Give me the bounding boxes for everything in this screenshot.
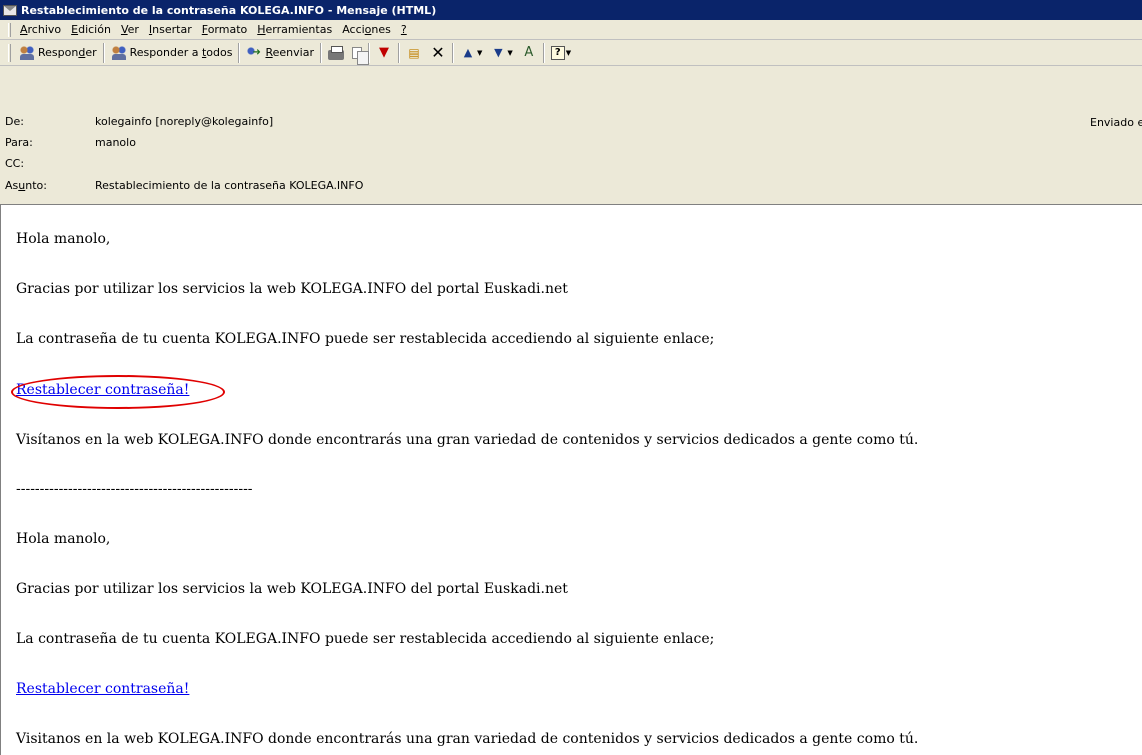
from-value[interactable]: kolegainfo [noreply@kolegainfo] bbox=[95, 115, 273, 128]
reset-info-text: La contraseña de tu cuenta KOLEGA.INFO p… bbox=[16, 331, 715, 347]
reset-password-link-2[interactable]: Restablecer contraseña! bbox=[16, 681, 189, 697]
copy-icon bbox=[351, 46, 369, 65]
message-body[interactable]: Hola manolo, Gracias por utilizar los se… bbox=[0, 204, 1142, 755]
toolbar-separator bbox=[397, 42, 400, 63]
to-label: Para: bbox=[5, 135, 33, 149]
copy-button[interactable] bbox=[348, 42, 369, 65]
cc-label: CC: bbox=[5, 156, 25, 170]
dropdown-arrow-icon: ▼ bbox=[476, 48, 483, 57]
sent-label: Enviado el: bbox=[1090, 116, 1142, 129]
help-icon: ? bbox=[550, 45, 565, 60]
printer-icon bbox=[327, 45, 344, 60]
toolbar-separator bbox=[102, 42, 105, 63]
dropdown-arrow-icon: ▼ bbox=[507, 48, 513, 57]
reply-all-icon bbox=[110, 44, 127, 61]
menu-archivo[interactable]: Archivo bbox=[15, 23, 66, 36]
menu-ver[interactable]: Ver bbox=[116, 23, 144, 36]
up-arrow-icon: ▲ bbox=[463, 45, 473, 59]
flag-icon: ▼ bbox=[378, 44, 389, 60]
dropdown-arrow-icon: ▼ bbox=[565, 48, 572, 57]
subject-value[interactable]: Restablecimiento de la contraseña KOLEGA… bbox=[95, 179, 363, 192]
forward-button[interactable]: Reenviar bbox=[242, 42, 318, 64]
address-book-icon: A bbox=[524, 44, 534, 60]
greeting-2: Hola manolo, bbox=[16, 531, 111, 547]
thanks-text: Gracias por utilizar los servicios la we… bbox=[16, 281, 568, 297]
menu-help[interactable]: ? bbox=[396, 23, 412, 36]
down-arrow-icon: ▼ bbox=[494, 45, 503, 59]
separator-line: ----------------------------------------… bbox=[16, 481, 253, 497]
annotation-circle bbox=[11, 375, 225, 409]
next-item-button[interactable]: ▼ ▼ bbox=[486, 42, 516, 64]
menu-herramientas[interactable]: Herramientas bbox=[252, 23, 337, 36]
delete-button[interactable]: ✕ bbox=[426, 42, 450, 64]
to-value[interactable]: manolo bbox=[95, 136, 136, 149]
toolbar-separator bbox=[542, 42, 545, 63]
toolbar: Responder Responder a todos Reenviar ▼ ▤… bbox=[0, 40, 1142, 66]
envelope-icon bbox=[3, 4, 17, 16]
reply-all-button[interactable]: Responder a todos bbox=[107, 42, 237, 64]
print-button[interactable] bbox=[324, 42, 348, 64]
toolbar-grip-handle[interactable] bbox=[8, 43, 11, 62]
menu-grip-handle[interactable] bbox=[8, 22, 11, 37]
forward-icon bbox=[246, 44, 263, 61]
menu-formato[interactable]: Formato bbox=[197, 23, 253, 36]
help-button[interactable]: ? ▼ bbox=[547, 42, 575, 64]
move-to-folder-button[interactable]: ▤ bbox=[402, 42, 426, 64]
subject-label: Asunto: bbox=[5, 178, 47, 192]
message-headers: De: kolegainfo [noreply@kolegainfo] Para… bbox=[0, 66, 1142, 204]
visit-text-2: Visitanos en la web KOLEGA.INFO donde en… bbox=[16, 731, 919, 747]
menu-bar: Archivo Edición Ver Insertar Formato Her… bbox=[0, 20, 1142, 40]
visit-text: Visítanos en la web KOLEGA.INFO donde en… bbox=[16, 432, 919, 448]
flag-button[interactable]: ▼ bbox=[372, 42, 396, 64]
toolbar-separator bbox=[451, 42, 454, 63]
folder-move-icon: ▤ bbox=[408, 45, 420, 60]
from-label: De: bbox=[5, 114, 24, 128]
greeting: Hola manolo, bbox=[16, 231, 111, 247]
address-book-button[interactable]: A bbox=[517, 42, 541, 64]
previous-item-button[interactable]: ▲ ▼ bbox=[456, 42, 486, 64]
title-bar[interactable]: Restablecimiento de la contraseña KOLEGA… bbox=[0, 0, 1142, 20]
window-title: Restablecimiento de la contraseña KOLEGA… bbox=[21, 3, 437, 17]
reset-info-text-2: La contraseña de tu cuenta KOLEGA.INFO p… bbox=[16, 631, 715, 647]
reply-button[interactable]: Responder bbox=[15, 42, 101, 64]
thanks-text-2: Gracias por utilizar los servicios la we… bbox=[16, 581, 568, 597]
menu-insertar[interactable]: Insertar bbox=[144, 23, 197, 36]
reply-icon bbox=[19, 44, 35, 61]
menu-edicion[interactable]: Edición bbox=[66, 23, 116, 36]
toolbar-separator bbox=[238, 42, 241, 63]
menu-acciones[interactable]: Acciones bbox=[337, 23, 396, 36]
delete-icon: ✕ bbox=[431, 42, 445, 62]
toolbar-separator bbox=[319, 42, 322, 63]
